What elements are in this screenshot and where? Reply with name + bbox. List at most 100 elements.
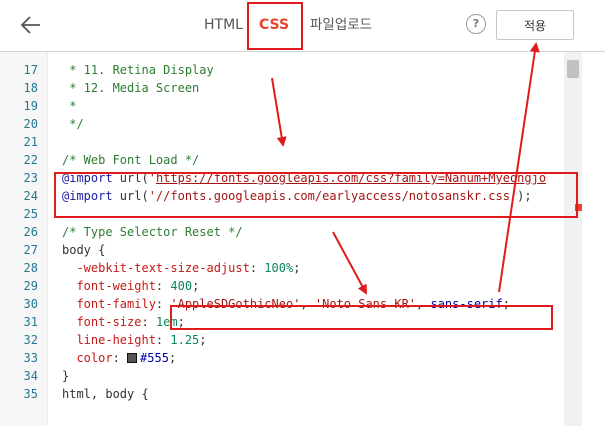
code-line[interactable]: 24 @import url('//fonts.googleapis.com/ea… (0, 187, 580, 205)
code-token: * 12. Media Screen (62, 81, 200, 95)
code-token: /* Type Selector Reset */ (62, 225, 243, 239)
code-token: url( (112, 189, 149, 203)
overview-ruler (582, 52, 605, 426)
code-line[interactable]: 19 * (0, 97, 580, 115)
code-token: @import (62, 189, 113, 203)
line-number: 33 (23, 351, 38, 365)
code-text: color: #555; (62, 349, 176, 367)
line-number: 21 (23, 135, 38, 149)
code-text: line-height: 1.25; (62, 331, 207, 349)
code-line[interactable]: 35 html, body { (0, 385, 580, 403)
tab-file-upload[interactable]: 파일업로드 (310, 0, 372, 52)
code-token: ; (199, 333, 207, 347)
code-token: : (141, 315, 156, 329)
code-line[interactable]: 17 * 11. Retina Display (0, 61, 580, 79)
code-token: 100% (264, 261, 294, 275)
code-token: : (112, 351, 128, 365)
line-number: 30 (23, 297, 38, 311)
code-text: @import url('//fonts.googleapis.com/earl… (62, 187, 532, 205)
code-token: } (62, 369, 70, 383)
code-text: * 11. Retina Display (62, 61, 214, 79)
code-text: body { (62, 241, 105, 259)
apply-button[interactable]: 적용 (496, 10, 574, 40)
code-line[interactable]: 20 */ (0, 115, 580, 133)
code-token: 400 (170, 279, 193, 293)
code-token: font-family (62, 297, 156, 311)
code-token: color (62, 351, 113, 365)
code-text: * 12. Media Screen (62, 79, 199, 97)
code-token: , (300, 297, 315, 311)
code-text: html, body { (62, 385, 149, 403)
code-text: @import url('https://fonts.googleapis.co… (62, 169, 546, 187)
code-token: #555 (140, 351, 169, 365)
code-token: : (155, 279, 171, 293)
code-token: ; (293, 261, 301, 275)
code-token: ); (517, 189, 532, 203)
scrollbar-thumb[interactable] (567, 60, 579, 78)
code-text: font-family: 'AppleSDGothicNeo', 'Noto S… (62, 295, 510, 313)
line-number: 28 (23, 261, 38, 275)
css-code-editor[interactable]: 17 * 11. Retina Display 18 * 12. Media Sc… (0, 52, 605, 426)
code-text: /* Web Font Load */ (62, 151, 199, 169)
code-token: ; (177, 315, 185, 329)
code-token: '//fonts.googleapis.com/earlyaccess/noto… (148, 189, 518, 203)
help-icon[interactable]: ? (466, 14, 486, 34)
code-text: font-size: 1em; (62, 313, 185, 331)
code-line[interactable]: 33 color: #555; (0, 349, 580, 367)
code-line[interactable]: 29 font-weight: 400; (0, 277, 580, 295)
code-line[interactable]: 30 font-family: 'AppleSDGothicNeo', 'Not… (0, 295, 580, 313)
code-line[interactable]: 25 (0, 205, 580, 223)
code-token: 1em (155, 315, 178, 329)
code-line[interactable]: 28 -webkit-text-size-adjust: 100%; (0, 259, 580, 277)
tab-css[interactable]: CSS (246, 0, 302, 52)
color-swatch[interactable] (127, 353, 138, 363)
code-line[interactable]: 31 font-size: 1em; (0, 313, 580, 331)
code-token: /* Web Font Load */ (62, 153, 200, 167)
code-token: 1.25 (170, 333, 200, 347)
line-number: 17 (23, 63, 38, 77)
code-token: line-height (62, 333, 156, 347)
line-number: 34 (23, 369, 38, 383)
code-line[interactable]: 21 (0, 133, 580, 151)
line-number: 26 (23, 225, 38, 239)
line-number: 32 (23, 333, 38, 347)
code-text: * (62, 97, 76, 115)
code-line[interactable]: 23 @import url('https://fonts.googleapis.… (0, 169, 580, 187)
code-token: body { (62, 243, 106, 257)
editor-header: HTML CSS 파일업로드 ? 적용 (0, 0, 605, 52)
code-token: 'AppleSDGothicNeo' (170, 297, 301, 311)
code-line[interactable]: 26 /* Type Selector Reset */ (0, 223, 580, 241)
vertical-scrollbar[interactable] (564, 52, 582, 426)
code-text: -webkit-text-size-adjust: 100%; (62, 259, 300, 277)
code-text: } (62, 367, 69, 385)
code-line[interactable]: 27 body { (0, 241, 580, 259)
code-token: font-size (62, 315, 142, 329)
code-token: @import (62, 171, 113, 185)
line-number: 29 (23, 279, 38, 293)
code-token: : (249, 261, 265, 275)
line-number: 35 (23, 387, 38, 401)
code-token: font-weight (62, 279, 156, 293)
code-token: : (155, 333, 171, 347)
line-number: 27 (23, 243, 38, 257)
code-token: sans-serif (430, 297, 503, 311)
code-token: * 11. Retina Display (62, 63, 214, 77)
code-line[interactable]: 22 /* Web Font Load */ (0, 151, 580, 169)
code-line[interactable]: 34} (0, 367, 580, 385)
line-number: 19 (23, 99, 38, 113)
code-token: -webkit-text-size-adjust (62, 261, 250, 275)
code-token: * (62, 99, 77, 113)
tab-html[interactable]: HTML (204, 0, 243, 52)
arrow-left-icon (20, 16, 40, 34)
code-token: ' (148, 171, 156, 185)
code-line[interactable]: 18 * 12. Media Screen (0, 79, 580, 97)
code-token: : (155, 297, 171, 311)
back-button[interactable] (16, 10, 46, 40)
code-token: https://fonts.googleapis.com/css?family=… (155, 171, 547, 185)
code-line[interactable]: 32 line-height: 1.25; (0, 331, 580, 349)
line-number: 18 (23, 81, 38, 95)
line-number: 20 (23, 117, 38, 131)
line-number: 23 (23, 171, 38, 185)
code-token: */ (62, 117, 84, 131)
code-text: font-weight: 400; (62, 277, 199, 295)
